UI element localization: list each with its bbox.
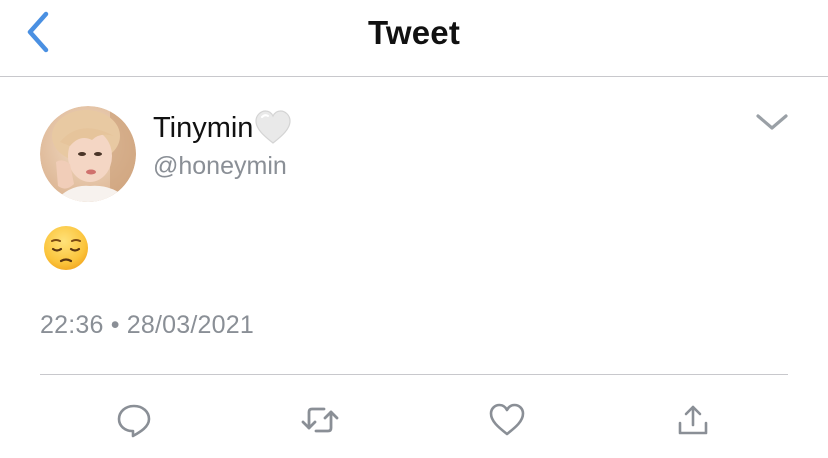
pensive-face-emoji xyxy=(44,226,88,270)
share-button[interactable] xyxy=(671,398,715,442)
tweet-menu-button[interactable] xyxy=(752,106,792,138)
like-button[interactable] xyxy=(485,398,529,442)
author-name-row[interactable]: Tinymin xyxy=(153,108,292,148)
divider xyxy=(40,374,788,375)
heart-outline-icon xyxy=(489,403,525,436)
tweet-timestamp[interactable]: 22:36 • 28/03/2021 xyxy=(40,311,254,340)
chevron-down-icon xyxy=(756,114,788,130)
display-name: Tinymin xyxy=(153,111,254,144)
tweet-detail-screen: Tweet Tinymin @honeymin 22:36 • 28/03/20… xyxy=(0,0,828,458)
navigation-bar: Tweet xyxy=(0,0,828,77)
tweet-text xyxy=(42,224,90,272)
reply-button[interactable] xyxy=(112,398,156,442)
profile-photo xyxy=(40,106,136,202)
retweet-icon xyxy=(301,407,339,433)
reply-icon xyxy=(117,404,151,438)
avatar[interactable] xyxy=(40,106,136,202)
user-handle[interactable]: @honeymin xyxy=(153,152,287,181)
page-title: Tweet xyxy=(367,14,461,51)
white-heart-icon xyxy=(255,110,292,144)
share-icon xyxy=(678,405,708,435)
retweet-button[interactable] xyxy=(298,398,342,442)
